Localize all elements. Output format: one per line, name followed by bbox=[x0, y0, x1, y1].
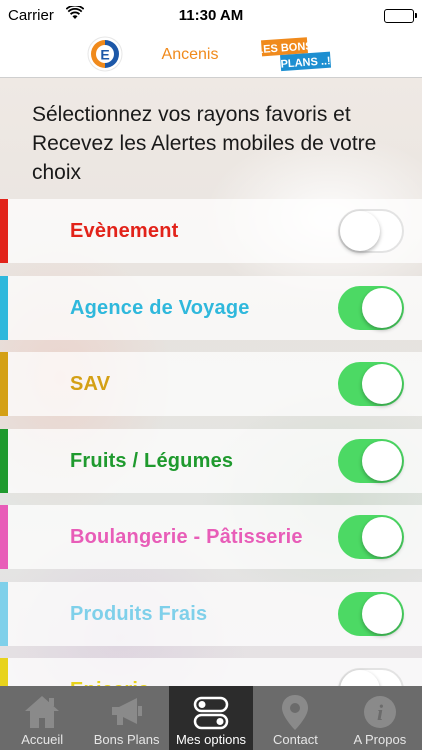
tab-label: Contact bbox=[273, 732, 318, 747]
toggles-icon bbox=[191, 692, 231, 732]
category-row: Produits Frais bbox=[0, 581, 422, 646]
tab-label: Mes options bbox=[175, 732, 247, 747]
toggle-knob bbox=[362, 517, 402, 557]
category-row: Boulangerie - Pâtisserie bbox=[0, 505, 422, 569]
category-label: Evènement bbox=[70, 220, 179, 242]
toggle-knob bbox=[362, 287, 402, 328]
tab-bons-plans[interactable]: Bons Plans bbox=[84, 686, 168, 750]
category-toggle[interactable] bbox=[338, 362, 404, 406]
category-row: SAV bbox=[0, 352, 422, 416]
category-color-stripe bbox=[0, 199, 8, 263]
category-label: Agence de Voyage bbox=[70, 296, 250, 319]
tab-label: Accueil bbox=[21, 732, 64, 747]
battery-icon bbox=[384, 9, 417, 23]
category-toggle[interactable] bbox=[338, 438, 404, 483]
status-time: 11:30 AM bbox=[178, 7, 244, 24]
home-icon bbox=[22, 692, 62, 732]
category-color-stripe bbox=[0, 428, 8, 493]
tab-bar: Accueil Bons Plans Mes options Contact i… bbox=[0, 686, 422, 750]
tab-contact[interactable]: Contact bbox=[253, 686, 337, 750]
toggle-knob bbox=[362, 440, 402, 481]
store-name[interactable]: Ancenis bbox=[145, 32, 235, 78]
category-color-stripe bbox=[0, 352, 8, 416]
category-toggle[interactable] bbox=[338, 591, 404, 636]
svg-text:i: i bbox=[377, 700, 384, 725]
tab-mes-options[interactable]: Mes options bbox=[168, 686, 254, 750]
bons-plans-logo-icon: LES BONS PLANS ..! bbox=[256, 35, 332, 73]
svg-text:PLANS ..!: PLANS ..! bbox=[280, 55, 331, 70]
tab-a-propos[interactable]: i A Propos bbox=[338, 686, 422, 750]
tab-label: Bons Plans bbox=[93, 732, 160, 747]
location-pin-icon bbox=[275, 692, 315, 732]
svg-text:E: E bbox=[100, 47, 109, 63]
category-color-stripe bbox=[0, 505, 8, 569]
tab-label: A Propos bbox=[353, 732, 407, 747]
tab-accueil[interactable]: Accueil bbox=[0, 686, 84, 750]
toggle-knob bbox=[340, 211, 380, 251]
info-icon: i bbox=[360, 692, 400, 732]
category-label: SAV bbox=[70, 373, 111, 395]
category-label: Produits Frais bbox=[70, 602, 208, 625]
category-color-stripe bbox=[0, 581, 8, 646]
category-label: Fruits / Légumes bbox=[70, 449, 234, 472]
category-color-stripe bbox=[0, 275, 8, 340]
category-row: Fruits / Légumes bbox=[0, 428, 422, 493]
category-toggle[interactable] bbox=[338, 515, 404, 559]
toggle-knob bbox=[362, 593, 402, 634]
intro-text: Sélectionnez vos rayons favoris et Recev… bbox=[32, 103, 377, 184]
leclerc-e-logo-icon: E bbox=[87, 36, 123, 72]
megaphone-icon bbox=[107, 692, 147, 732]
category-toggle[interactable] bbox=[338, 209, 404, 253]
category-label: Boulangerie - Pâtisserie bbox=[70, 526, 303, 548]
app-header: E Ancenis LES BONS PLANS ..! bbox=[0, 32, 422, 78]
toggle-knob bbox=[362, 364, 402, 404]
category-row: Evènement bbox=[0, 199, 422, 263]
category-row: Agence de Voyage bbox=[0, 275, 422, 340]
category-toggle[interactable] bbox=[338, 285, 404, 330]
status-bar: Carrier 11:30 AM bbox=[0, 0, 422, 32]
